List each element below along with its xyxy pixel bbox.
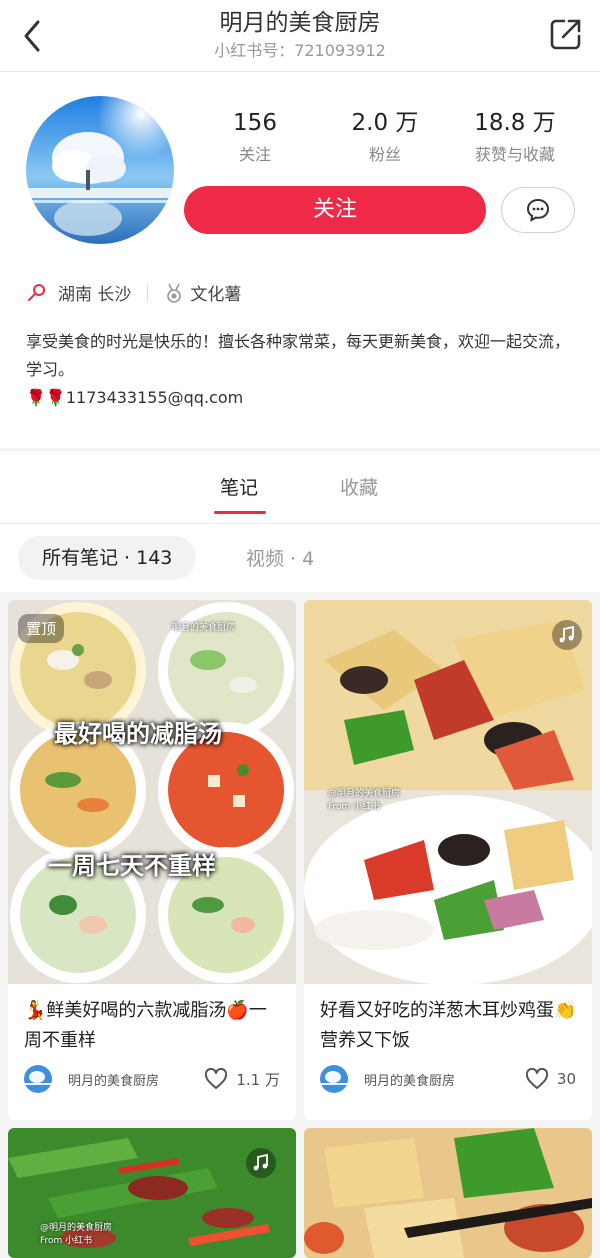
profile-section: 156 关注 2.0 万 粉丝 18.8 万 获赞与收藏 关注 湖南 长沙 文化… [0,72,600,448]
following-stat[interactable]: 156 关注 [190,106,320,168]
pinned-badge: 置顶 [18,614,65,643]
title-block: 明月的美食厨房 小红书号：721093912 [0,8,600,64]
note-card[interactable] [304,1128,592,1258]
avatar[interactable] [26,96,174,244]
image-watermark: @明月的美食厨房 From 小红书 [328,789,401,812]
note-card[interactable]: @明月的美食厨房 From 小红书 [8,1128,296,1258]
note-card[interactable]: 置顶 明月的美食厨房 最好喝的减脂汤 一周七天不重样 💃鲜美好喝的六款减脂汤🍎一… [8,600,296,1120]
like-count: 30 [556,1070,576,1088]
note-meta: 明月的美食厨房 1.1 万 [24,1064,280,1094]
bio-contact: 🌹🌹1173433155@qq.com [26,388,244,407]
page-title: 明月的美食厨房 [219,10,381,36]
share-icon [550,19,581,50]
followers-stat[interactable]: 2.0 万 粉丝 [320,106,450,168]
profile-tags: 湖南 长沙 文化薯 [26,280,241,305]
medal-icon [167,283,182,303]
follow-button[interactable]: 关注 [184,186,486,234]
note-cover-image: 置顶 明月的美食厨房 最好喝的减脂汤 一周七天不重样 [8,600,296,984]
image-watermark: 明月的美食厨房 [172,623,236,633]
likes-label: 获赞与收藏 [474,145,555,164]
image-watermark: @明月的美食厨房 From 小红书 [40,1223,113,1246]
note-card[interactable]: @明月的美食厨房 From 小红书 好看又好吃的洋葱木耳炒鸡蛋👏营养又下饭 明月… [304,600,592,1120]
note-cover-image: @明月的美食厨房 From 小红书 [8,1128,296,1258]
music-note-icon [552,620,582,650]
location-tag: 湖南 长沙 [26,280,131,305]
active-tab-indicator [214,511,266,514]
followers-count: 2.0 万 [351,110,419,136]
author-name[interactable]: 明月的美食厨房 [68,1070,204,1089]
likes-stat[interactable]: 18.8 万 获赞与收藏 [450,106,580,168]
message-button[interactable] [501,187,575,233]
music-note-icon [246,1148,276,1178]
like-count: 1.1 万 [236,1070,280,1089]
note-filter-bar: 所有笔记 · 143 视频 · 4 [0,524,600,592]
cover-caption-bottom: 一周七天不重样 [48,852,216,880]
followers-label: 粉丝 [368,145,401,164]
tab-notes[interactable]: 笔记 [220,473,258,500]
following-label: 关注 [238,145,271,164]
note-cover-image: @明月的美食厨房 From 小红书 [304,600,592,984]
content-tabs: 笔记 收藏 [0,450,600,524]
account-id: 小红书号：721093912 [214,41,386,60]
stats-row: 156 关注 2.0 万 粉丝 18.8 万 获赞与收藏 [190,106,580,168]
badge-text: 文化薯 [190,285,242,305]
author-name[interactable]: 明月的美食厨房 [364,1070,525,1089]
share-button[interactable] [548,16,584,52]
top-bar: 明月的美食厨房 小红书号：721093912 [0,0,600,72]
badge-tag[interactable]: 文化薯 [164,280,241,305]
heart-icon [525,1068,548,1089]
filter-all-notes[interactable]: 所有笔记 · 143 [18,536,197,580]
filter-videos[interactable]: 视频 · 4 [246,544,314,571]
location-text: 湖南 长沙 [58,285,132,305]
note-cover-image [304,1128,592,1258]
heart-icon [205,1068,228,1089]
tab-favorites[interactable]: 收藏 [340,473,378,500]
tag-divider [147,283,149,302]
author-avatar[interactable] [320,1065,348,1093]
cover-caption-top: 最好喝的减脂汤 [54,720,222,748]
author-avatar[interactable] [24,1065,52,1093]
like-button[interactable]: 1.1 万 [204,1068,280,1090]
chat-bubble-icon [526,198,550,222]
bio-text: 享受美食的时光是快乐的！擅长各种家常菜，每天更新美食，欢迎一起交流，学习。 [26,332,571,379]
following-count: 156 [233,110,277,136]
note-meta: 明月的美食厨房 30 [320,1064,576,1094]
bio: 享受美食的时光是快乐的！擅长各种家常菜，每天更新美食，欢迎一起交流，学习。 🌹🌹… [26,328,576,412]
location-pin-icon [28,283,45,301]
note-title: 💃鲜美好喝的六款减脂汤🍎一周不重样 [24,1000,267,1051]
likes-count: 18.8 万 [474,110,556,136]
like-button[interactable]: 30 [525,1068,576,1090]
note-title: 好看又好吃的洋葱木耳炒鸡蛋👏营养又下饭 [320,1000,577,1051]
